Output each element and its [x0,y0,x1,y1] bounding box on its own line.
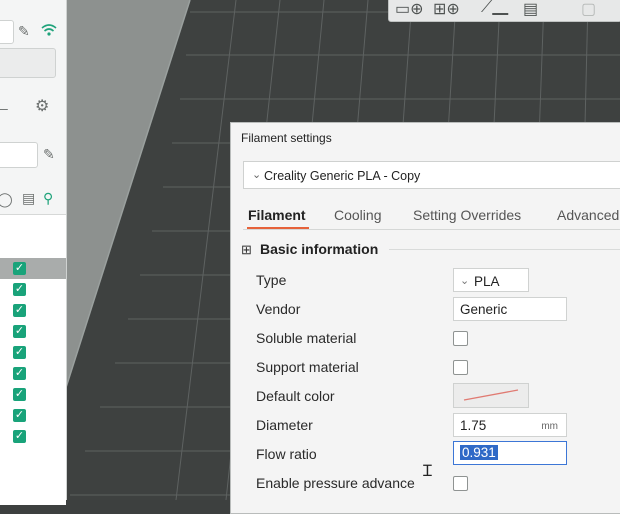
edit-icon[interactable]: ✎ [18,24,30,38]
list-item[interactable]: ✓ [0,279,66,300]
check-icon[interactable]: ✓ [13,430,26,443]
list-item[interactable]: ✓ [0,426,66,447]
refresh-icon[interactable]: ◯ [0,192,13,206]
type-select[interactable]: ⌄ PLA [453,268,529,292]
vendor-field[interactable]: Generic [453,297,567,321]
diameter-value: 1.75 [460,418,487,433]
minus-icon[interactable]: – [0,101,8,115]
preset-select[interactable]: ⌄ Creality Generic PLA - Copy [243,161,620,189]
tab-advanced[interactable]: Advanced [557,207,619,223]
list-item[interactable]: ✓ [0,363,66,384]
add-plate-icon[interactable]: ▭⊕ [395,0,424,19]
vendor-label: Vendor [256,301,301,317]
check-icon[interactable]: ✓ [13,262,26,275]
filament-select[interactable] [0,142,38,168]
type-value: PLA [474,274,500,289]
bed-type-select[interactable] [0,48,56,78]
grid-icon[interactable]: ⊞⊕ [433,0,460,19]
check-icon[interactable]: ✓ [13,304,26,317]
color-swatch-button[interactable] [453,383,529,408]
check-icon[interactable]: ✓ [13,367,26,380]
chevron-down-icon: ⌄ [252,169,262,181]
section-title: Basic information [260,241,379,257]
pressure-advance-label: Enable pressure advance [256,475,415,491]
diameter-unit: mm [541,421,558,432]
soluble-checkbox[interactable] [453,331,468,346]
flow-ratio-field[interactable]: 0.931 [453,441,567,465]
list-item[interactable]: ✓ [0,300,66,321]
soluble-label: Soluble material [256,330,357,346]
top-toolbar: ▭⊕ ⊞⊕ ⟋▁ ▤ ▢ [388,0,620,22]
vendor-value: Generic [460,302,508,317]
default-color-label: Default color [256,388,335,404]
object-list: ✓ ✓ ✓ ✓ ✓ ✓ ✓ ✓ ✓ [0,214,66,505]
support-label: Support material [256,359,359,375]
text-cursor-icon: Ɪ [423,463,432,480]
connect-icon[interactable]: ⚲ [43,191,53,205]
basic-info-icon: ⊞ [241,242,252,257]
list-icon[interactable]: ▤ [22,191,35,205]
check-icon[interactable]: ✓ [13,388,26,401]
check-icon[interactable]: ✓ [13,346,26,359]
type-label: Type [256,272,287,288]
flow-ratio-value: 0.931 [460,445,498,460]
tab-cooling[interactable]: Cooling [334,207,381,223]
no-color-icon [463,389,519,401]
filament-settings-dialog: Filament settings ⌄ Creality Generic PLA… [230,122,620,514]
tab-filament[interactable]: Filament [248,207,306,223]
list-item[interactable]: ✓ [0,405,66,426]
arrange-icon[interactable]: ▤ [523,0,538,19]
tab-setting-overrides[interactable]: Setting Overrides [413,207,521,223]
pressure-advance-checkbox[interactable] [453,476,468,491]
left-sidebar: ✎ – ⚙ ✎ ◯ ▤ ⚲ ✓ ✓ ✓ ✓ ✓ ✓ ✓ ✓ ✓ [0,0,67,505]
split-icon[interactable]: ▢ [581,0,596,19]
list-item[interactable]: ✓ [0,384,66,405]
edit-icon[interactable]: ✎ [43,147,55,161]
printer-select[interactable] [0,20,14,44]
list-item[interactable]: ✓ [0,342,66,363]
flow-ratio-label: Flow ratio [256,446,317,462]
section-divider [389,249,620,250]
dialog-title: Filament settings [241,131,332,145]
diameter-field[interactable]: 1.75 mm [453,413,567,437]
check-icon[interactable]: ✓ [13,409,26,422]
list-item[interactable]: ✓ [0,321,66,342]
check-icon[interactable]: ✓ [13,283,26,296]
gear-icon[interactable]: ⚙ [35,99,49,115]
check-icon[interactable]: ✓ [13,325,26,338]
diameter-label: Diameter [256,417,313,433]
tabs-divider [243,229,620,230]
chevron-down-icon: ⌄ [460,275,470,287]
list-header [0,215,66,236]
orient-icon[interactable]: ⟋▁ [481,0,508,17]
list-item[interactable]: ✓ [0,258,66,279]
preset-value: Creality Generic PLA - Copy [264,169,421,183]
support-checkbox[interactable] [453,360,468,375]
wifi-icon[interactable] [41,23,57,39]
